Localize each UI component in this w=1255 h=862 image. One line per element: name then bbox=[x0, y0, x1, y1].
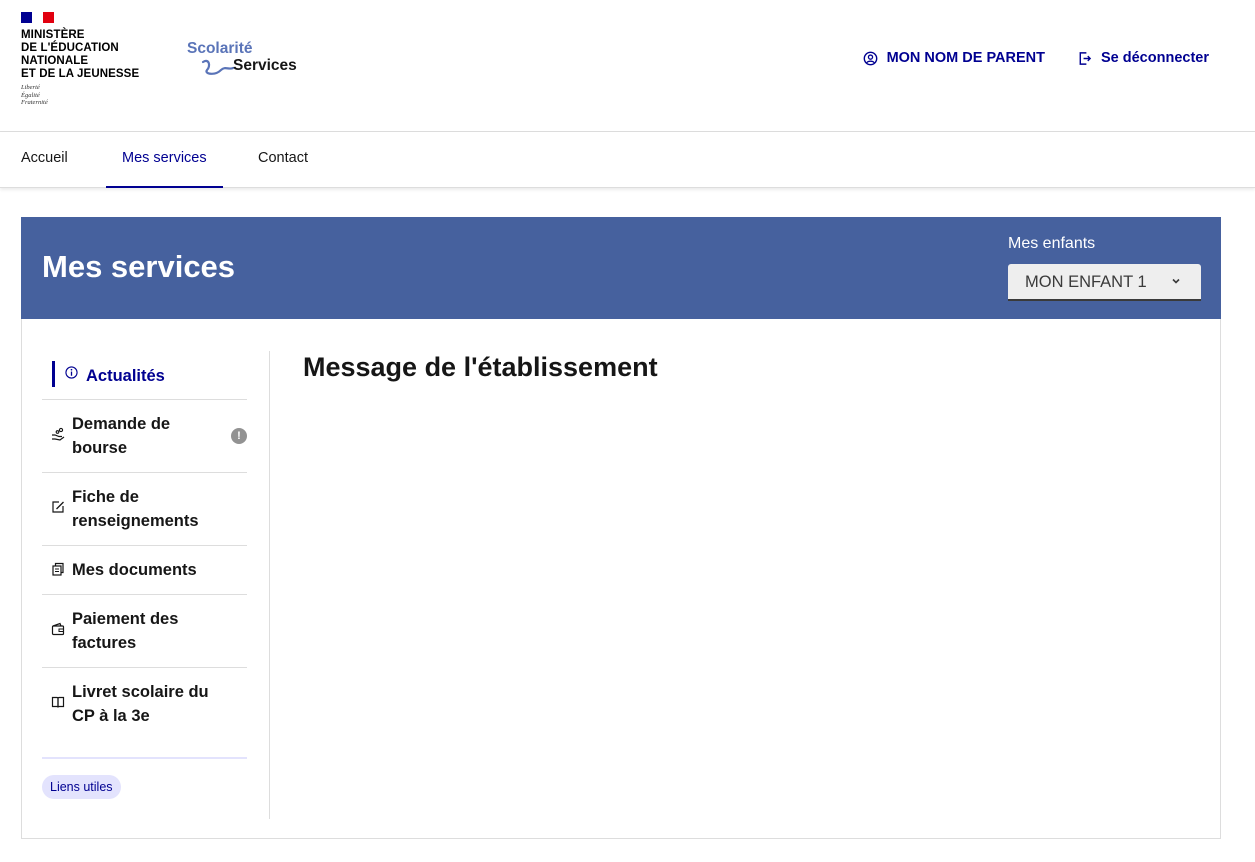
sidenav-separator bbox=[42, 757, 247, 759]
alert-icon: ! bbox=[231, 428, 247, 444]
ministry-line: NATIONALE bbox=[21, 55, 89, 67]
nav-item-accueil[interactable]: Accueil bbox=[21, 132, 68, 188]
user-account-link[interactable]: MON NOM DE PARENT bbox=[863, 50, 1045, 66]
sidenav-label: Fiche de renseignements bbox=[72, 488, 199, 530]
logout-label: Se déconnecter bbox=[1101, 50, 1209, 66]
user-circle-icon bbox=[863, 51, 877, 65]
useful-links-tag[interactable]: Liens utiles bbox=[42, 775, 121, 799]
sidenav-label: Mes documents bbox=[72, 561, 197, 579]
message-title: Message de l'établissement bbox=[303, 352, 658, 382]
nav-item-contact[interactable]: Contact bbox=[258, 132, 308, 188]
ministry-line: ET DE LA JEUNESSE bbox=[21, 68, 140, 80]
sidenav-label: Actualités bbox=[86, 367, 165, 385]
brand-line-1: Scolarité bbox=[187, 40, 253, 57]
ministry-name: MINISTÈRE DE L'ÉDUCATION NATIONALE ET DE… bbox=[21, 29, 139, 81]
services-banner: Mes services Mes enfants MON ENFANT 1 bbox=[21, 217, 1221, 319]
sidenav-label: Paiement des factures bbox=[72, 610, 179, 652]
active-indicator bbox=[52, 361, 55, 387]
french-flag-icon bbox=[21, 12, 54, 23]
chevron-down-icon bbox=[1172, 278, 1180, 284]
book-icon bbox=[51, 696, 65, 708]
info-icon bbox=[65, 366, 78, 379]
sidenav-item-paiement-factures[interactable]: Paiement des factures bbox=[42, 595, 247, 668]
services-panel: Mes services Mes enfants MON ENFANT 1 Ac… bbox=[21, 217, 1221, 839]
child-select[interactable]: MON ENFANT 1 bbox=[1008, 264, 1201, 301]
documents-icon bbox=[52, 562, 64, 576]
brand-wave-icon bbox=[201, 59, 235, 75]
logout-link[interactable]: Se déconnecter bbox=[1077, 50, 1209, 66]
motto-line: Fraternité bbox=[21, 99, 48, 106]
nav-item-mes-services[interactable]: Mes services bbox=[106, 132, 223, 188]
hand-coins-icon bbox=[52, 427, 65, 441]
ministry-line: DE L'ÉDUCATION bbox=[21, 42, 119, 54]
sidenav-label: Demande de bourse bbox=[72, 415, 171, 457]
services-sidenav: Actualités Demande de bourse ! Fiche de … bbox=[42, 351, 247, 741]
sidenav-item-fiche-renseignements[interactable]: Fiche de renseignements bbox=[42, 473, 247, 546]
ministry-logo[interactable]: MINISTÈRE DE L'ÉDUCATION NATIONALE ET DE… bbox=[21, 12, 139, 107]
logout-icon bbox=[1079, 51, 1092, 65]
site-header: MINISTÈRE DE L'ÉDUCATION NATIONALE ET DE… bbox=[0, 0, 1255, 132]
sidenav-item-actualites[interactable]: Actualités bbox=[42, 351, 247, 400]
motto-line: Liberté bbox=[21, 84, 40, 91]
user-name-label: MON NOM DE PARENT bbox=[886, 50, 1045, 66]
scolarite-services-logo[interactable]: Scolarité Services bbox=[187, 40, 307, 80]
brand-line-2: Services bbox=[233, 57, 297, 74]
republic-motto: Liberté Égalité Fraternité bbox=[21, 84, 139, 107]
page-title: Mes services bbox=[42, 249, 236, 284]
children-select-label: Mes enfants bbox=[1008, 235, 1096, 252]
sidenav-item-mes-documents[interactable]: Mes documents bbox=[42, 546, 247, 595]
wallet-icon bbox=[51, 622, 65, 636]
selected-child-value: MON ENFANT 1 bbox=[1025, 273, 1147, 291]
sidenav-item-livret-scolaire[interactable]: Livret scolaire du CP à la 3e bbox=[42, 668, 247, 741]
sidenav-label: Livret scolaire du CP à la 3e bbox=[72, 683, 209, 725]
vertical-divider bbox=[269, 351, 270, 819]
header-tools: MON NOM DE PARENT Se déconnecter bbox=[863, 50, 1209, 66]
main-navigation: Accueil Mes services Contact bbox=[0, 132, 1255, 188]
edit-icon bbox=[52, 501, 64, 513]
sidenav-item-demande-bourse[interactable]: Demande de bourse ! bbox=[42, 400, 247, 473]
motto-line: Égalité bbox=[21, 91, 40, 99]
ministry-line: MINISTÈRE bbox=[21, 29, 85, 41]
